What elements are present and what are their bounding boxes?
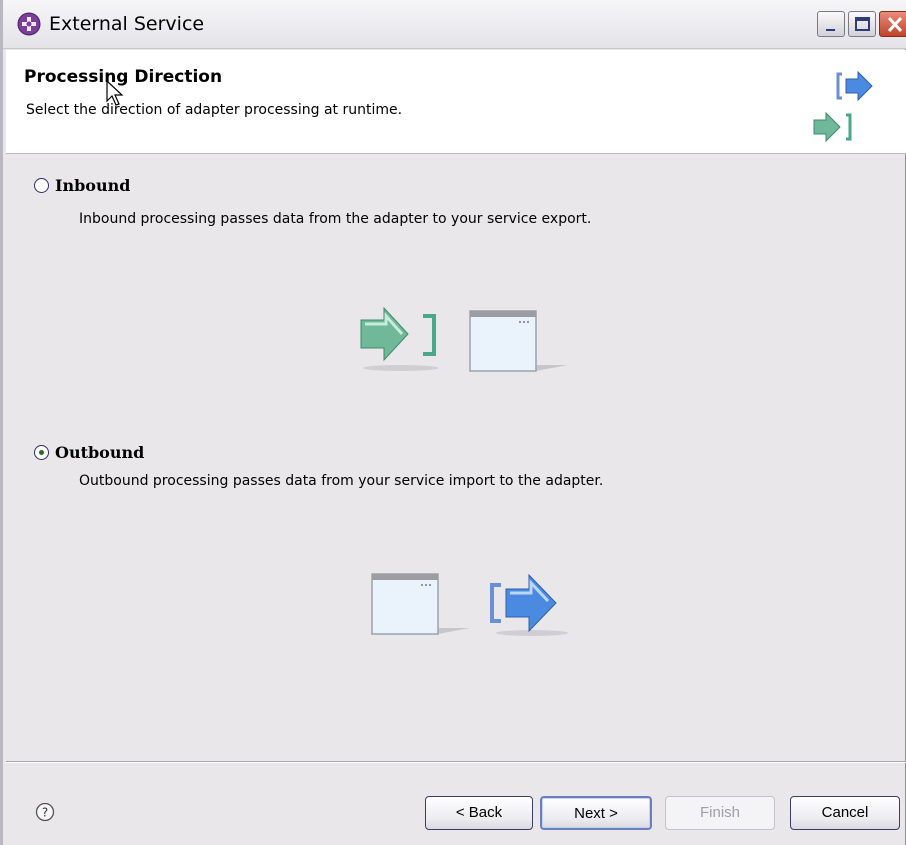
next-button[interactable]: Next > [540,796,652,830]
outbound-radio[interactable] [34,445,49,460]
minimize-button[interactable] [817,11,845,37]
maximize-button[interactable] [848,11,876,37]
outbound-label[interactable]: Outbound [55,443,144,462]
mouse-cursor-icon [106,80,124,106]
close-icon [887,16,903,33]
page-description: Select the direction of adapter processi… [26,102,403,118]
service-window-icon [371,573,470,635]
inbound-arrow-icon [360,306,439,371]
close-button[interactable] [879,11,906,37]
outbound-description: Outbound processing passes data from you… [79,473,604,489]
svg-text:?: ? [42,806,48,820]
help-icon[interactable]: ? [35,802,55,822]
button-bar-separator [6,761,906,763]
inbound-description: Inbound processing passes data from the … [79,211,592,227]
finish-button[interactable]: Finish [665,796,775,830]
outbound-option[interactable]: Outbound [34,443,144,462]
options-panel: Inbound Inbound processing passes data f… [6,154,906,760]
processing-direction-icon [813,70,873,142]
inbound-label[interactable]: Inbound [55,176,130,195]
window-title: External Service [49,13,205,35]
title-bar[interactable]: External Service [3,0,906,49]
wizard-header: Processing Direction Select the directio… [6,50,906,154]
outbound-arrow-icon [490,573,568,636]
back-button[interactable]: < Back [425,796,533,830]
service-window-icon [469,310,568,372]
cancel-button[interactable]: Cancel [790,796,900,830]
maximize-icon [855,17,870,31]
app-icon [17,12,41,36]
dialog-window: External Service Processing Direction Se… [0,0,906,845]
minimize-icon [826,29,835,31]
inbound-option[interactable]: Inbound [34,176,130,195]
inbound-radio[interactable] [34,178,49,193]
